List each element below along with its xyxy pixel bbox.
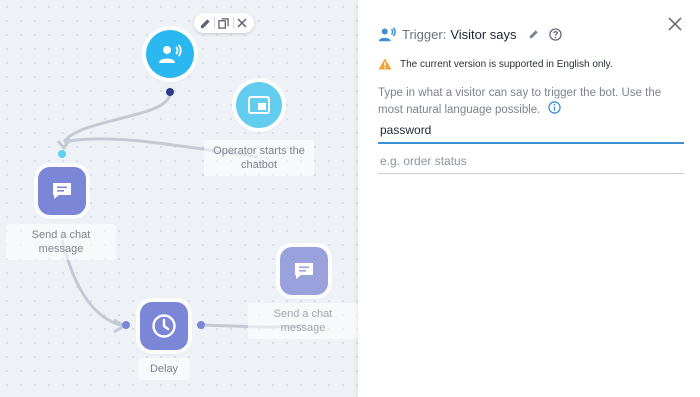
chat-message-icon	[53, 183, 71, 199]
message-input-port[interactable]	[58, 150, 66, 158]
trigger-type-label: Trigger:	[402, 26, 447, 42]
chat-message-icon	[295, 263, 313, 279]
panel-header: Trigger: Visitor says	[378, 25, 571, 43]
toolbar-divider	[232, 17, 234, 29]
send-chat-message-node[interactable]	[38, 167, 86, 215]
delay-label: Delay	[138, 358, 190, 380]
delay-node[interactable]	[140, 302, 188, 350]
info-icon[interactable]	[547, 101, 561, 119]
help-icon[interactable]	[549, 27, 563, 41]
phrase-input[interactable]	[378, 118, 684, 144]
operator-start-node[interactable]	[236, 82, 282, 128]
new-phrase-input[interactable]	[378, 148, 684, 174]
pencil-icon[interactable]	[199, 16, 213, 30]
instructions-body: Type in what a visitor can say to trigge…	[378, 87, 662, 117]
toolbar-divider	[214, 17, 216, 29]
duplicate-icon[interactable]	[217, 16, 231, 30]
trigger-node[interactable]	[146, 30, 194, 78]
chat-window-icon	[248, 96, 270, 114]
close-icon[interactable]	[235, 16, 249, 30]
visitor-says-icon	[159, 44, 182, 63]
edit-trigger-icon[interactable]	[527, 27, 541, 41]
instructions-text: Type in what a visitor can say to trigge…	[378, 86, 678, 119]
trigger-settings-panel: Trigger: Visitor says The current versio…	[358, 0, 700, 397]
close-panel-icon[interactable]	[668, 17, 684, 33]
language-warning: The current version is supported in Engl…	[378, 58, 613, 70]
clock-icon	[152, 314, 176, 338]
visitor-says-icon	[378, 26, 396, 42]
send-chat-message-node-2[interactable]	[280, 247, 328, 295]
warning-text: The current version is supported in Engl…	[400, 58, 613, 70]
node-toolbar	[194, 13, 254, 33]
send-chat-message-label-2: Send a chat message	[248, 303, 358, 339]
trigger-type-value: Visitor says	[450, 26, 517, 42]
warning-icon	[378, 58, 392, 70]
trigger-output-port[interactable]	[166, 88, 174, 96]
send-chat-message-label: Send a chat message	[6, 224, 116, 260]
operator-start-label: Operator starts the chatbot	[204, 140, 314, 176]
flow-canvas[interactable]: Operator starts the chatbot Send a chat …	[0, 0, 358, 397]
delay-output-port[interactable]	[197, 321, 205, 329]
delay-input-port[interactable]	[122, 321, 130, 329]
